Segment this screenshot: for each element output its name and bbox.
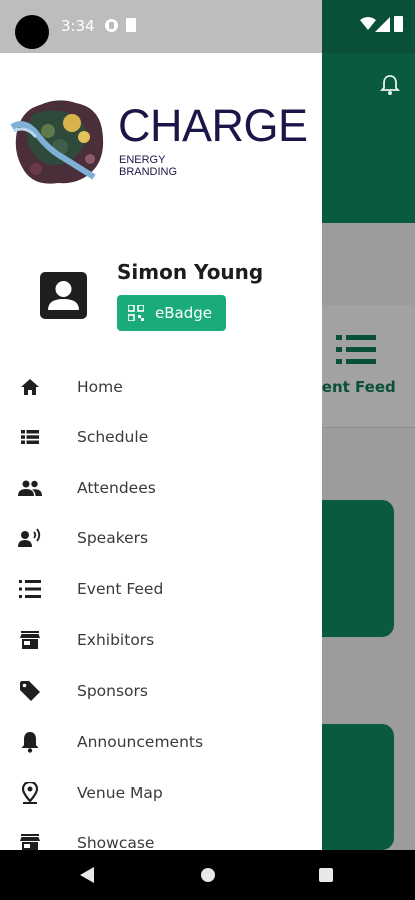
user-avatar-icon [48, 281, 79, 310]
menu-item-label: Schedule [77, 428, 149, 446]
battery-icon [394, 16, 403, 32]
recent-apps-icon[interactable] [319, 868, 333, 882]
tag-icon [18, 679, 42, 703]
menu-item-label: Venue Map [77, 784, 163, 802]
brand-subtitle: ENERGY BRANDING [119, 154, 177, 178]
navigation-drawer: CHARGE ENERGY BRANDING Simon Young eBadg… [0, 53, 322, 850]
avatar[interactable] [40, 272, 87, 319]
people-icon [18, 476, 42, 500]
menu-item-label: Speakers [77, 529, 149, 547]
menu-item-speakers[interactable]: Speakers [0, 513, 322, 563]
menu-item-venue-map[interactable]: Venue Map [0, 768, 322, 818]
background-tab[interactable] [322, 305, 415, 427]
background-card[interactable] [310, 724, 394, 850]
event-feed-tab-label: vent Feed [312, 378, 396, 396]
store-icon [18, 628, 42, 652]
wifi-icon [360, 17, 376, 30]
home-button-icon[interactable] [201, 868, 215, 882]
bell-icon [18, 730, 42, 754]
event-feed-tab-icon [336, 335, 376, 364]
menu-item-label: Sponsors [77, 682, 148, 700]
home-icon [18, 375, 42, 399]
background-panel [322, 223, 415, 305]
menu-item-label: Event Feed [77, 580, 164, 598]
notification-bell-icon[interactable] [380, 74, 400, 96]
google-icon [105, 19, 118, 32]
user-name: Simon Young [117, 260, 264, 284]
status-time: 3:34 [61, 17, 95, 35]
brand-subtitle-line-1: ENERGY [119, 154, 166, 166]
list-icon [18, 577, 42, 601]
menu-item-label: Attendees [77, 479, 156, 497]
qr-code-icon [128, 305, 144, 321]
menu-item-label: Home [77, 378, 123, 396]
menu-item-announcements[interactable]: Announcements [0, 717, 322, 767]
menu-item-label: Exhibitors [77, 631, 155, 649]
menu-item-label: Announcements [77, 733, 204, 751]
store-icon [18, 831, 42, 850]
schedule-icon [18, 425, 42, 449]
menu-item-schedule[interactable]: Schedule [0, 412, 322, 462]
camera-cutout [15, 15, 49, 49]
menu-item-label: Showcase [77, 834, 155, 850]
menu-item-showcase[interactable]: Showcase [0, 818, 322, 850]
menu-item-home[interactable]: Home [0, 362, 322, 412]
menu-item-sponsors[interactable]: Sponsors [0, 666, 322, 716]
speaker-icon [18, 526, 42, 550]
ebadge-button[interactable]: eBadge [117, 295, 226, 331]
ebadge-label: eBadge [155, 304, 212, 322]
menu-item-attendees[interactable]: Attendees [0, 463, 322, 513]
map-pin-icon [18, 781, 42, 805]
menu-item-event-feed[interactable]: Event Feed [0, 564, 322, 614]
background-header [322, 53, 415, 223]
menu-item-exhibitors[interactable]: Exhibitors [0, 615, 322, 665]
charge-logo-image [10, 100, 104, 184]
brand-name: CHARGE [118, 100, 308, 151]
brand-subtitle-line-2: BRANDING [119, 166, 178, 178]
signal-icon [375, 17, 390, 32]
sd-card-icon [126, 18, 136, 32]
background-card[interactable] [310, 500, 394, 637]
back-icon[interactable] [79, 867, 95, 883]
